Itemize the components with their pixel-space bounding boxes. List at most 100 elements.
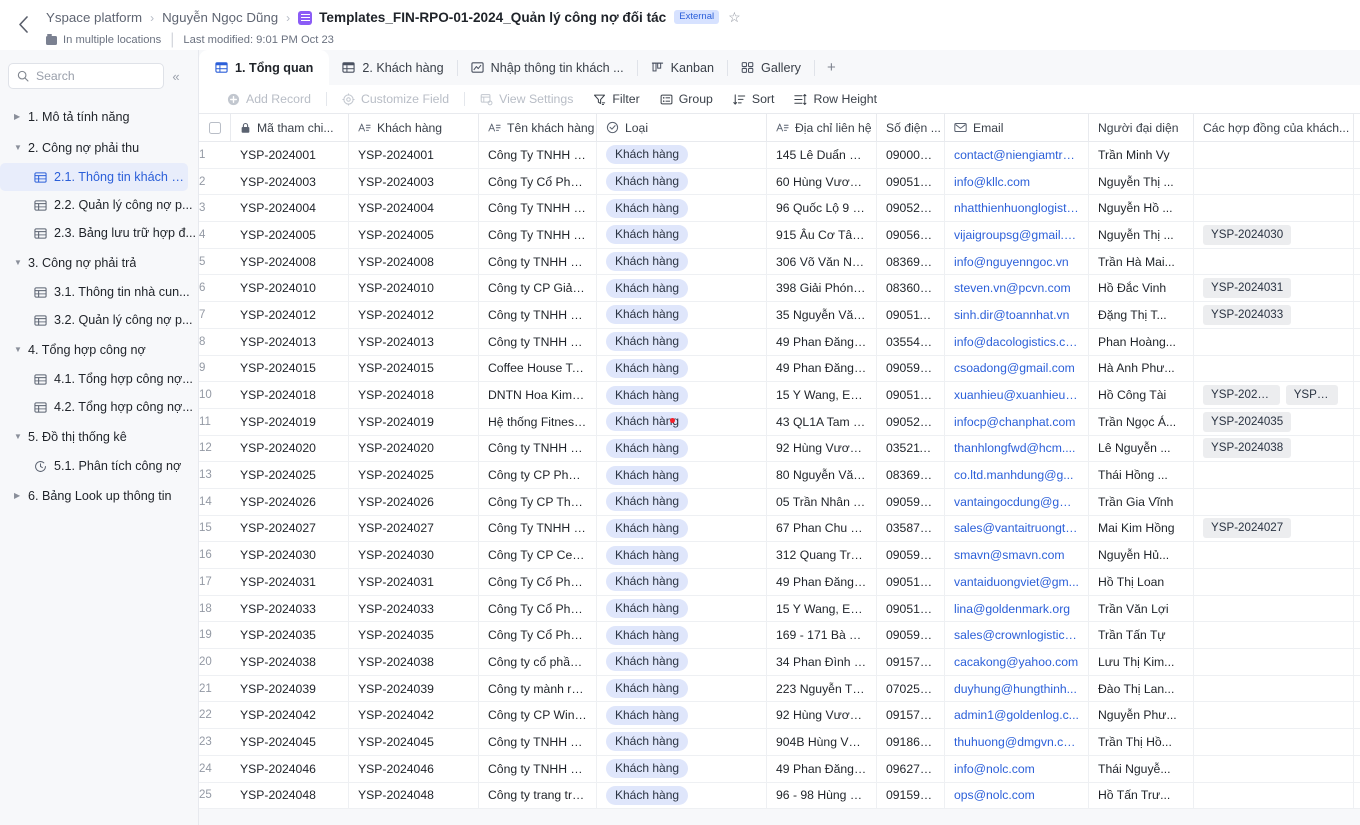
sidebar-item-4[interactable]: 2.2. Quản lý công nợ p... bbox=[0, 191, 198, 219]
table-row[interactable]: 3 YSP-2024004 YSP-2024004 Công Ty TNHH Sả..… bbox=[199, 195, 1360, 223]
table-row[interactable]: 19 YSP-2024035 YSP-2024035 Công Ty Cổ Phần … bbox=[199, 622, 1360, 650]
cell-email[interactable]: thanhlongfwd@hcm.... bbox=[945, 435, 1089, 462]
cell-khach_hang[interactable]: YSP-2024005 bbox=[349, 222, 479, 248]
cell-khach_hang[interactable]: YSP-2024010 bbox=[349, 275, 479, 302]
cell-so_dien_thoai[interactable]: 035876... bbox=[877, 515, 945, 542]
sidebar-item-6[interactable]: ▼ 3. Công nợ phải trả bbox=[0, 248, 198, 278]
cell-email[interactable]: sales@crownlogistics... bbox=[945, 622, 1089, 649]
cell-email[interactable]: steven.vn@pcvn.com bbox=[945, 275, 1089, 302]
cell-khach_hang[interactable]: YSP-2024033 bbox=[349, 595, 479, 622]
cell-email[interactable]: cacakong@yahoo.com bbox=[945, 649, 1089, 675]
cell-khach_hang[interactable]: YSP-2024012 bbox=[349, 302, 479, 328]
cell-rownum[interactable]: 24 bbox=[199, 756, 231, 782]
cell-email[interactable]: info@nolc.com bbox=[945, 755, 1089, 782]
cell-nguoi_dai_dien[interactable]: Nguyễn Phư... bbox=[1089, 702, 1194, 729]
search-input[interactable]: Search bbox=[8, 63, 164, 89]
cell-so_dien_thoai[interactable]: 091598... bbox=[877, 782, 945, 809]
column-header-email[interactable]: Email bbox=[945, 114, 1089, 141]
cell-dia_chi[interactable]: 49 Phan Đăng L... bbox=[767, 569, 877, 595]
cell-loai[interactable]: Khách hàng bbox=[597, 488, 767, 515]
cell-rownum[interactable]: 2 bbox=[199, 169, 231, 195]
table-row[interactable]: 17 YSP-2024031 YSP-2024031 Công Ty Cổ Phần … bbox=[199, 569, 1360, 596]
cell-khach_hang[interactable]: YSP-2024042 bbox=[349, 702, 479, 729]
table-row[interactable]: 7 YSP-2024012 YSP-2024012 Công ty TNHH Ng..… bbox=[199, 302, 1360, 329]
cell-ten_khach_hang[interactable]: Công Ty Cổ Phần ... bbox=[479, 622, 597, 649]
cell-ma_tham_chieu[interactable]: YSP-2024010 bbox=[231, 275, 349, 302]
cell-so_dien_thoai[interactable]: 091864... bbox=[877, 729, 945, 755]
cell-loai[interactable]: Khách hàng bbox=[597, 328, 767, 355]
cell-email[interactable]: infocp@chanphat.com bbox=[945, 408, 1089, 435]
table-row[interactable]: 16 YSP-2024030 YSP-2024030 Công Ty CP Ceovi… bbox=[199, 542, 1360, 569]
cell-so_dien_thoai[interactable]: 090518... bbox=[877, 569, 945, 595]
cell-loai[interactable]: Khách hàng bbox=[597, 515, 767, 542]
cell-dia_chi[interactable]: 169 - 171 Bà Tri... bbox=[767, 622, 877, 649]
cell-ma_tham_chieu[interactable]: YSP-2024030 bbox=[231, 542, 349, 568]
cell-hop_dong[interactable] bbox=[1194, 168, 1354, 195]
cell-rownum[interactable]: 3 bbox=[199, 195, 231, 221]
column-header-so_dien_thoai[interactable]: Số điện ... bbox=[877, 114, 945, 141]
cell-hop_dong[interactable] bbox=[1194, 462, 1354, 488]
cell-ma_tham_chieu[interactable]: YSP-2024001 bbox=[231, 142, 349, 168]
cell-ma_tham_chieu[interactable]: YSP-2024038 bbox=[231, 649, 349, 675]
cell-khach_hang[interactable]: YSP-2024046 bbox=[349, 755, 479, 782]
cell-khach_hang[interactable]: YSP-2024048 bbox=[349, 782, 479, 809]
sidebar-item-8[interactable]: 3.2. Quản lý công nợ p... bbox=[0, 306, 198, 334]
cell-nguoi_dai_dien[interactable]: Hồ Công Tài bbox=[1089, 382, 1194, 408]
cell-nguoi_dai_dien[interactable]: Nguyễn Hồ ... bbox=[1089, 195, 1194, 222]
table-row[interactable]: 8 YSP-2024013 YSP-2024013 Công ty TNHH T-S.… bbox=[199, 328, 1360, 356]
cell-so_dien_thoai[interactable]: 070255... bbox=[877, 675, 945, 702]
cell-email[interactable]: vijaigroupsg@gmail.c... bbox=[945, 222, 1089, 248]
cell-rownum[interactable]: 7 bbox=[199, 302, 231, 328]
cell-ma_tham_chieu[interactable]: YSP-2024012 bbox=[231, 302, 349, 328]
cell-ma_tham_chieu[interactable]: YSP-2024046 bbox=[231, 755, 349, 782]
cell-hop_dong[interactable] bbox=[1194, 569, 1354, 595]
cell-email[interactable]: info@nguyenngoc.vn bbox=[945, 248, 1089, 275]
cell-so_dien_thoai[interactable]: 090595... bbox=[877, 542, 945, 568]
chevron-down-icon[interactable]: ▼ bbox=[14, 144, 28, 152]
cell-so_dien_thoai[interactable]: 090591... bbox=[877, 355, 945, 382]
cell-so_dien_thoai[interactable]: 090527... bbox=[877, 195, 945, 222]
cell-hop_dong[interactable]: YSP-2024035 bbox=[1194, 408, 1354, 435]
cell-nguoi_dai_dien[interactable]: Hồ Thị Loan bbox=[1089, 569, 1194, 595]
cell-khach_hang[interactable]: YSP-2024039 bbox=[349, 675, 479, 702]
cell-ma_tham_chieu[interactable]: YSP-2024031 bbox=[231, 569, 349, 595]
cell-dia_chi[interactable]: 915 Âu Cơ Tân ... bbox=[767, 222, 877, 248]
cell-ten_khach_hang[interactable]: Công ty TNHH T-S... bbox=[479, 328, 597, 355]
cell-hop_dong[interactable]: YSP-2024027 bbox=[1194, 515, 1354, 542]
cell-ten_khach_hang[interactable]: DNTN Hoa Kim Ng... bbox=[479, 382, 597, 408]
linked-record-chip[interactable]: YSP-2024018 bbox=[1203, 385, 1280, 406]
cell-dia_chi[interactable]: 35 Nguyễn Văn ... bbox=[767, 302, 877, 328]
select-all-checkbox[interactable] bbox=[208, 121, 221, 134]
cell-dia_chi[interactable]: 60 Hùng Vương... bbox=[767, 168, 877, 195]
chevron-right-icon[interactable]: ▶ bbox=[14, 113, 28, 121]
cell-so_dien_thoai[interactable]: 090591... bbox=[877, 488, 945, 515]
cell-ten_khach_hang[interactable]: Công Ty TNHH Giả... bbox=[479, 515, 597, 542]
cell-rownum[interactable]: 4 bbox=[199, 222, 231, 248]
toolbar-sort-button[interactable]: Sort bbox=[723, 88, 785, 110]
cell-ma_tham_chieu[interactable]: YSP-2024018 bbox=[231, 382, 349, 408]
column-header-rownum[interactable] bbox=[199, 114, 231, 141]
cell-nguoi_dai_dien[interactable]: Nguyễn Hủ... bbox=[1089, 542, 1194, 568]
cell-rownum[interactable]: 15 bbox=[199, 516, 231, 542]
cell-nguoi_dai_dien[interactable]: Trần Văn Lợi bbox=[1089, 595, 1194, 622]
column-header-khach_hang[interactable]: Khách hàng bbox=[349, 114, 479, 141]
cell-khach_hang[interactable]: YSP-2024001 bbox=[349, 142, 479, 168]
cell-email[interactable]: sinh.dir@toannhat.vn bbox=[945, 302, 1089, 328]
cell-hop_dong[interactable] bbox=[1194, 595, 1354, 622]
table-row[interactable]: 6 YSP-2024010 YSP-2024010 Công ty CP Giải p… bbox=[199, 275, 1360, 303]
cell-dia_chi[interactable]: 223 Nguyễn Tất... bbox=[767, 675, 877, 702]
linked-record-chip[interactable]: YSP-2024035 bbox=[1203, 411, 1292, 432]
cell-rownum[interactable]: 9 bbox=[199, 356, 231, 382]
chevron-down-icon[interactable]: ▼ bbox=[14, 433, 28, 441]
cell-nguoi_dai_dien[interactable]: Nguyễn Thị ... bbox=[1089, 222, 1194, 248]
cell-khach_hang[interactable]: YSP-2024025 bbox=[349, 462, 479, 488]
cell-ma_tham_chieu[interactable]: YSP-2024019 bbox=[231, 408, 349, 435]
cell-email[interactable]: co.ltd.manhdung@g... bbox=[945, 462, 1089, 488]
cell-ma_tham_chieu[interactable]: YSP-2024035 bbox=[231, 622, 349, 649]
cell-ten_khach_hang[interactable]: Công Ty Cổ Phần ... bbox=[479, 595, 597, 622]
sidebar-item-14[interactable]: ▶ 6. Bảng Look up thông tin bbox=[0, 481, 198, 511]
column-header-ten_khach_hang[interactable]: Tên khách hàng bbox=[479, 114, 597, 141]
cell-khach_hang[interactable]: YSP-2024026 bbox=[349, 488, 479, 515]
sidebar-item-1[interactable]: ▶ 1. Mô tả tính năng bbox=[0, 102, 198, 132]
cell-loai[interactable]: Khách hàng bbox=[597, 569, 767, 595]
